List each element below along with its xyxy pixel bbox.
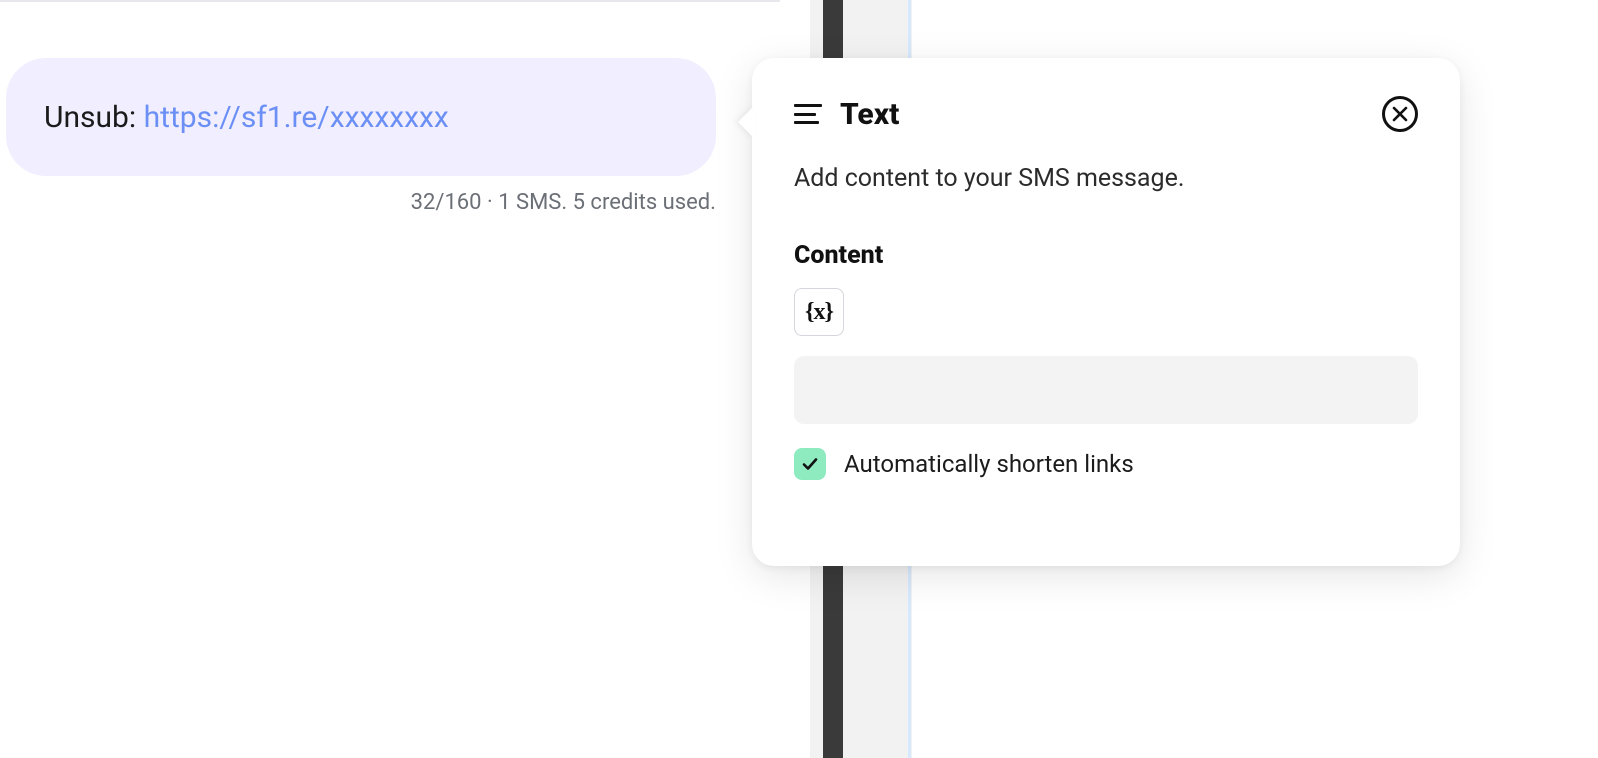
panel-arrow [738, 106, 754, 138]
sms-counter: 32/160 · 1 SMS. 5 credits used. [6, 190, 716, 215]
close-button[interactable] [1382, 96, 1418, 132]
panel-title-group: Text [794, 97, 899, 132]
sms-preview-link: https://sf1.re/xxxxxxxx [144, 100, 449, 135]
content-input[interactable] [794, 356, 1418, 424]
close-icon [1392, 106, 1408, 122]
panel-title: Text [840, 97, 899, 132]
shorten-links-row: Automatically shorten links [794, 448, 1418, 480]
panel-header: Text [794, 96, 1418, 132]
sms-preview-text: Unsub: https://sf1.re/xxxxxxxx [44, 100, 449, 135]
sms-preview-bubble: Unsub: https://sf1.re/xxxxxxxx [6, 58, 716, 176]
shorten-links-label: Automatically shorten links [844, 450, 1134, 478]
content-section-label: Content [794, 241, 1418, 270]
text-block-panel: Text Add content to your SMS message. Co… [752, 58, 1460, 566]
shorten-links-checkbox[interactable] [794, 448, 826, 480]
check-icon [801, 455, 819, 473]
drag-handle-icon[interactable] [794, 104, 822, 124]
divider-top [0, 0, 780, 2]
insert-variable-button[interactable]: {x} [794, 288, 844, 336]
sms-preview-prefix: Unsub: [44, 100, 144, 135]
panel-description: Add content to your SMS message. [794, 164, 1418, 193]
